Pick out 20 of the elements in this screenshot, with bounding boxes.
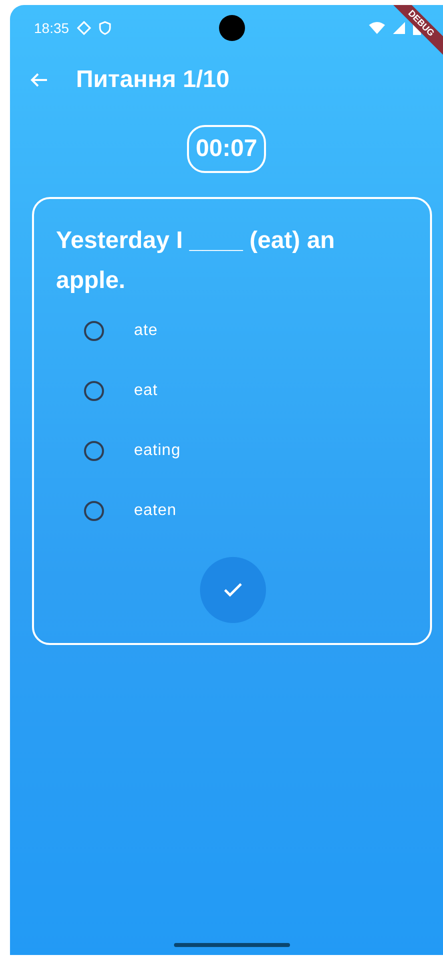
option-label: eating	[134, 442, 181, 460]
radio-button[interactable]	[84, 381, 104, 401]
radio-button[interactable]	[84, 441, 104, 461]
back-arrow-icon	[30, 72, 48, 88]
checkmark-icon	[223, 582, 243, 598]
back-button[interactable]	[30, 72, 48, 88]
signal-icon	[393, 22, 405, 34]
shield-icon	[99, 20, 112, 34]
timer: 00:07	[186, 125, 266, 173]
camera-cutout	[219, 15, 245, 41]
question-text: Yesterday I ____ (eat) an apple.	[56, 226, 336, 296]
screen-title: Питання 1/10	[76, 66, 230, 94]
option-label: ate	[134, 322, 158, 340]
diamond-icon	[77, 20, 92, 34]
wifi-icon	[369, 22, 385, 34]
status-time: 18:35	[34, 20, 70, 36]
radio-button[interactable]	[84, 501, 104, 521]
option-label: eaten	[134, 502, 177, 520]
option-label: eat	[134, 382, 158, 400]
radio-button[interactable]	[84, 321, 104, 341]
